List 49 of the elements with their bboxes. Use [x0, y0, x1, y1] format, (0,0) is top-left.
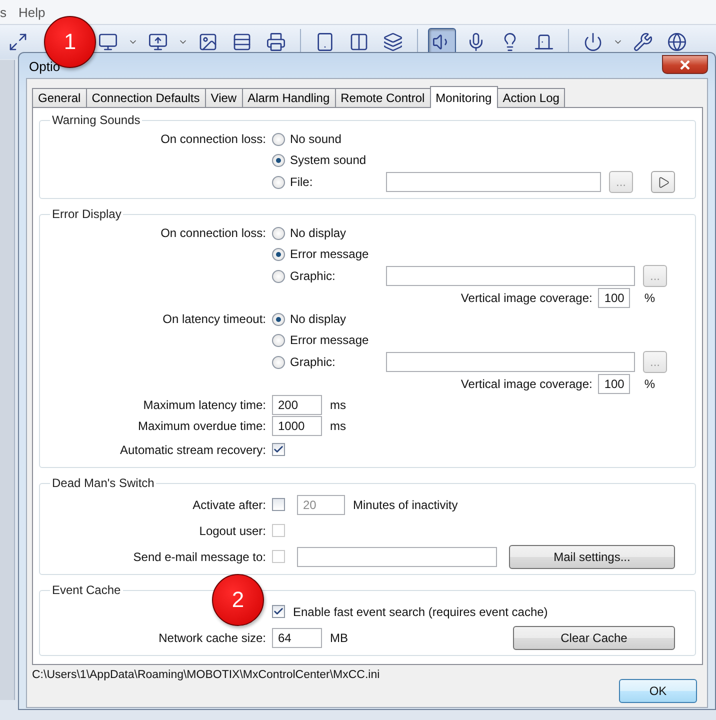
radio-option[interactable]: No display [272, 226, 378, 240]
field-label: On connection loss: [160, 226, 266, 240]
radio-option[interactable]: File: [272, 175, 378, 189]
radio-option[interactable]: Graphic: [272, 269, 378, 283]
coverage-field[interactable]: 100 [598, 374, 630, 394]
unit-label: % [644, 291, 655, 305]
clear-cache-button[interactable]: Clear Cache [513, 626, 675, 650]
field-label: On connection loss: [160, 132, 266, 146]
field-label: Logout user: [199, 524, 266, 538]
field-label: Vertical image coverage: [460, 291, 592, 305]
unit-label: % [644, 377, 655, 391]
number-field[interactable]: 64 [272, 628, 322, 648]
group-title: Event Cache [51, 583, 122, 597]
field-label: On latency timeout: [162, 312, 266, 326]
radio-option[interactable]: Graphic: [272, 355, 378, 369]
menu-item[interactable]: s [0, 4, 6, 20]
group-title: Dead Man's Switch [51, 476, 156, 490]
radio-option[interactable]: Error message [272, 247, 378, 261]
tab[interactable]: View [204, 88, 243, 107]
radio-option[interactable]: System sound [272, 153, 378, 167]
radio-option[interactable]: No sound [272, 132, 378, 146]
unit-label: ms [330, 419, 346, 433]
number-field[interactable]: 200 [272, 395, 322, 415]
group-title: Warning Sounds [51, 113, 142, 127]
menu-item[interactable]: Help [18, 4, 46, 20]
radio-option[interactable]: No display [272, 312, 378, 326]
tab[interactable]: Remote Control [334, 88, 431, 107]
field-label: Maximum latency time: [143, 398, 266, 412]
number-field[interactable]: 1000 [272, 416, 322, 436]
tab[interactable]: General [32, 88, 87, 107]
tab[interactable]: Monitoring [430, 86, 498, 108]
checkbox-label: Minutes of inactivity [353, 498, 458, 512]
unit-label: ms [330, 398, 346, 412]
ok-button[interactable]: OK [619, 679, 697, 703]
field-label: Network cache size: [158, 630, 266, 644]
group-title: Error Display [51, 207, 122, 221]
file-path: C:\Users\1\AppData\Roaming\MOBOTIX\MxControlCenter\MxCC.ini [32, 669, 380, 681]
field-label: Vertical image coverage: [460, 377, 592, 391]
unit-label: MB [330, 630, 348, 644]
checkbox-label: Enable fast event search (requires event cache) [293, 604, 548, 618]
coverage-field[interactable]: 100 [598, 288, 630, 308]
tab[interactable]: Alarm Handling [242, 88, 336, 107]
field-label: Activate after: [192, 498, 266, 512]
field-label: Automatic stream recovery: [120, 442, 266, 456]
field-label: Maximum overdue time: [138, 419, 266, 433]
tab[interactable]: Action Log [496, 88, 566, 107]
radio-option[interactable]: Error message [272, 333, 378, 347]
tab[interactable]: Connection Defaults [86, 88, 206, 107]
field-label: Send e-mail message to: [133, 550, 266, 564]
